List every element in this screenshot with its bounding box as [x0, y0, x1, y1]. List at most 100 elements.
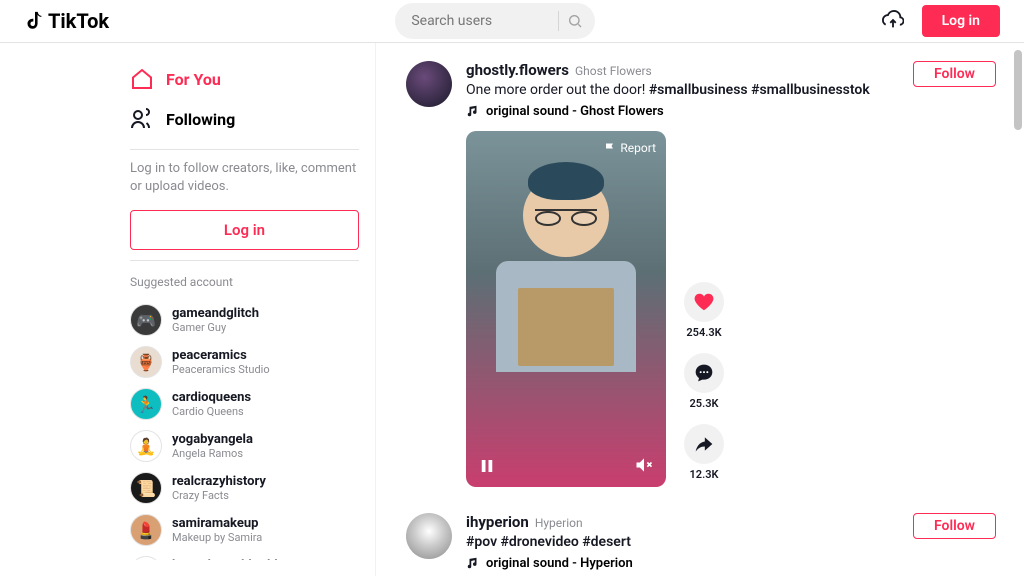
top-header: TikTok Log in: [0, 0, 1024, 43]
suggested-accounts-list: 🎮 gameandglitchGamer Guy 🏺 peaceramicsPeace…: [130, 299, 359, 560]
report-label: Report: [620, 141, 656, 155]
follow-button[interactable]: Follow: [913, 513, 996, 539]
account-display: Angela Ramos: [172, 447, 253, 460]
heart-icon: [693, 291, 715, 313]
suggested-account[interactable]: 🎮 gameandglitchGamer Guy: [130, 299, 359, 341]
search-container: [395, 3, 595, 39]
sidebar-login-button[interactable]: Log in: [130, 210, 359, 250]
account-display: Makeup by Samira: [172, 531, 262, 544]
page-scrollbar-thumb[interactable]: [1014, 50, 1022, 130]
account-username: samiramakeup: [172, 516, 262, 531]
suggested-account[interactable]: 💄 samiramakeupMakeup by Samira: [130, 509, 359, 551]
caption-text: One more order out the door!: [466, 82, 649, 98]
caption-hashtags[interactable]: #smallbusiness #smallbusinesstok: [649, 82, 870, 98]
flag-icon: [604, 142, 616, 154]
follow-button[interactable]: Follow: [913, 61, 996, 87]
brand-text: TikTok: [48, 9, 109, 33]
account-username: peaceramics: [172, 348, 270, 363]
search-icon[interactable]: [567, 13, 583, 29]
action-bar: 254.3K 25.3K 12.3K: [684, 282, 724, 487]
header-left: TikTok: [24, 9, 109, 33]
account-info: peaceramicsPeaceramics Studio: [172, 348, 270, 376]
account-avatar: 🥓: [130, 556, 162, 560]
account-username: baconbrunchbuddy: [172, 558, 284, 560]
sound-name: original sound - Ghost Flowers: [486, 104, 664, 119]
sound-name: original sound - Hyperion: [486, 556, 633, 571]
account-display: Peaceramics Studio: [172, 363, 270, 376]
video-player[interactable]: Report: [466, 131, 666, 487]
feed[interactable]: ghostly.flowers Ghost Flowers One more o…: [376, 43, 1024, 576]
upload-icon[interactable]: [882, 10, 904, 32]
header-login-button[interactable]: Log in: [922, 5, 1000, 37]
sidebar-scroll[interactable]: For You Following Log in to follow creat…: [130, 59, 375, 560]
mute-button[interactable]: [634, 455, 654, 475]
like-count: 254.3K: [686, 326, 721, 339]
account-avatar: 💄: [130, 514, 162, 546]
suggested-title: Suggested account: [130, 275, 359, 289]
account-avatar: 🎮: [130, 304, 162, 336]
post-avatar[interactable]: [406, 61, 452, 107]
post-sound[interactable]: original sound - Ghost Flowers: [466, 104, 996, 119]
search-input[interactable]: [395, 3, 595, 39]
post-displayname: Ghost Flowers: [575, 64, 652, 78]
post-avatar[interactable]: [406, 513, 452, 559]
tiktok-logo[interactable]: TikTok: [24, 9, 109, 33]
post-displayname: Hyperion: [535, 516, 583, 530]
suggested-account[interactable]: 🏃cardioqueensCardio Queens: [130, 383, 359, 425]
search-divider: [558, 11, 559, 31]
nav-following-label: Following: [166, 110, 235, 129]
login-hint-text: Log in to follow creators, like, comment…: [130, 160, 359, 196]
suggested-account[interactable]: 🥓 baconbrunchbuddyBacon Buddy: [130, 551, 359, 560]
nav-for-you[interactable]: For You: [130, 59, 359, 99]
comment-count: 25.3K: [690, 397, 719, 410]
account-info: yogabyangelaAngela Ramos: [172, 432, 253, 460]
comment-icon: [694, 363, 714, 383]
account-display: Crazy Facts: [172, 489, 266, 502]
people-icon: [130, 107, 154, 131]
post-username[interactable]: ihyperion: [466, 513, 529, 531]
music-icon: [466, 556, 480, 570]
like-action[interactable]: 254.3K: [684, 282, 724, 339]
pause-icon: [478, 457, 496, 475]
share-icon: [694, 434, 714, 454]
main-content: For You Following Log in to follow creat…: [0, 43, 1024, 576]
nav-following[interactable]: Following: [130, 99, 359, 139]
home-icon: [130, 67, 154, 91]
account-info: samiramakeupMakeup by Samira: [172, 516, 262, 544]
account-info: realcrazyhistoryCrazy Facts: [172, 474, 266, 502]
report-button[interactable]: Report: [604, 141, 656, 155]
account-info: cardioqueensCardio Queens: [172, 390, 251, 418]
suggested-account[interactable]: 🧘 yogabyangelaAngela Ramos: [130, 425, 359, 467]
header-right: Log in: [882, 5, 1000, 37]
comment-action[interactable]: 25.3K: [684, 353, 724, 410]
tiktok-icon: [24, 10, 46, 32]
caption-hashtags[interactable]: #pov #dronevideo #desert: [466, 534, 631, 550]
account-avatar: 🧘: [130, 430, 162, 462]
post-sound[interactable]: original sound - Hyperion: [466, 556, 996, 571]
video-row: Report 254.3K: [466, 131, 996, 487]
volume-mute-icon: [634, 455, 654, 475]
divider: [130, 149, 359, 150]
account-username: realcrazyhistory: [172, 474, 266, 489]
account-username: gameandglitch: [172, 306, 259, 321]
suggested-account[interactable]: 📜 realcrazyhistoryCrazy Facts: [130, 467, 359, 509]
nav-for-you-label: For You: [166, 70, 221, 89]
account-info: baconbrunchbuddyBacon Buddy: [172, 558, 284, 560]
post-username[interactable]: ghostly.flowers: [466, 61, 569, 79]
account-info: gameandglitchGamer Guy: [172, 306, 259, 334]
pause-button[interactable]: [478, 457, 496, 475]
account-avatar: 🏺: [130, 346, 162, 378]
share-count: 12.3K: [690, 468, 719, 481]
account-display: Cardio Queens: [172, 405, 251, 418]
suggested-account[interactable]: 🏺 peaceramicsPeaceramics Studio: [130, 341, 359, 383]
sidebar: For You Following Log in to follow creat…: [126, 43, 376, 576]
account-username: yogabyangela: [172, 432, 253, 447]
post-body: ghostly.flowers Ghost Flowers One more o…: [466, 61, 996, 487]
feed-post: ghostly.flowers Ghost Flowers One more o…: [406, 61, 1024, 487]
music-icon: [466, 104, 480, 118]
divider: [130, 260, 359, 261]
feed-post: ihyperion Hyperion #pov #dronevideo #des…: [406, 513, 1024, 571]
account-avatar: 📜: [130, 472, 162, 504]
share-action[interactable]: 12.3K: [684, 424, 724, 481]
account-username: cardioqueens: [172, 390, 251, 405]
